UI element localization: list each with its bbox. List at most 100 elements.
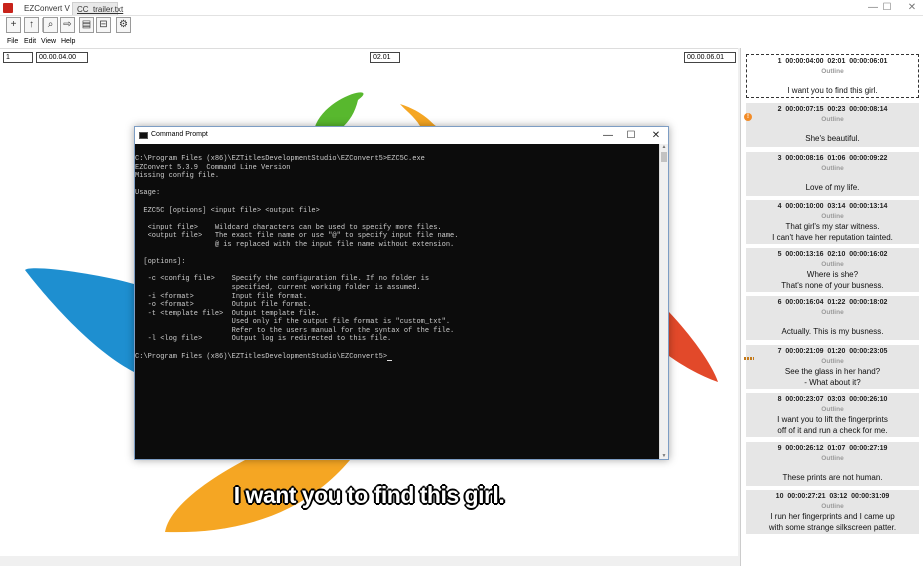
subtitle-text-line: I can't have her reputation tainted. <box>772 233 893 242</box>
subtitle-entry[interactable]: 1 00:00:04:00 02:01 00:00:06:01 Outline I … <box>746 54 919 98</box>
cmd-line: EZConvert 5.3.9 Command Line Version <box>135 163 291 172</box>
subtitle-text: I want you to lift the fingerprints off o… <box>746 414 919 436</box>
grid-icon: ▤ <box>81 19 92 30</box>
subtitle-outline-label: Outline <box>821 358 844 365</box>
cmd-line: [options]: <box>135 258 186 267</box>
subtitle-timing: 9 00:00:26:12 01:07 00:00:27:19 <box>777 445 888 452</box>
subtitle-text: Where is she? That's none of your busness… <box>746 269 919 291</box>
subtitle-entry[interactable]: 8 00:00:23:07 03:03 00:00:26:10 Outline I … <box>746 393 919 437</box>
subtitle-text-line: Actually. This is my busness. <box>781 327 884 336</box>
subtitle-text: See the glass in her hand? - What about i… <box>746 366 919 388</box>
logo-orange-top-petal <box>400 104 436 126</box>
subtitle-entry[interactable]: 3 00:00:08:16 01:06 00:00:09:22 Outline Lo… <box>746 152 919 196</box>
subtitle-entry[interactable]: 7 00:00:21:09 01:20 00:00:23:05 Outline Se… <box>744 345 919 389</box>
subtitle-entry[interactable]: 10 00:00:27:21 03:12 00:00:31:09 Outline I… <box>746 490 919 534</box>
split-button[interactable]: ⊟ <box>96 17 111 33</box>
cmd-line: Refer to the users manual for the syntax… <box>135 326 455 335</box>
split-icon: ⊟ <box>99 19 108 30</box>
subtitle-entry[interactable]: 5 00:00:13:16 02:10 00:00:16:02 Outline Wh… <box>746 248 919 292</box>
cmd-output[interactable]: C:\Program Files (x86)\EZTitlesDevelopme… <box>135 144 659 459</box>
video-bottom-bar <box>0 556 738 566</box>
subtitle-entry[interactable]: 4 00:00:10:00 03:14 00:00:13:14 Outline Th… <box>746 200 919 244</box>
subtitle-text-line: That girl's my star witness. <box>785 222 880 231</box>
cmd-line: -c <config file> Specify the configurati… <box>135 275 430 284</box>
subtitle-text-line: I run her fingerprints and I came up <box>770 512 895 521</box>
end-timecode-field[interactable]: 00.00.06.01 <box>684 52 736 63</box>
subtitle-text-line: I want you to find this girl. <box>787 86 878 95</box>
subtitle-timing: 8 00:00:23:07 03:03 00:00:26:10 <box>777 396 888 403</box>
add-button[interactable]: + <box>6 17 21 33</box>
subtitle-outline-label: Outline <box>821 503 844 510</box>
cmd-title: Command Prompt <box>151 131 208 138</box>
cmd-maximize-icon[interactable]: ☐ <box>621 128 641 143</box>
subtitle-timing: 5 00:00:13:16 02:10 00:00:16:02 <box>777 251 888 258</box>
cmd-line <box>135 181 659 190</box>
cmd-minimize-icon[interactable]: — <box>598 128 618 143</box>
subtitle-text: I run her fingerprints and I came up with… <box>746 511 919 533</box>
cmd-line: -o <format> Output file format. <box>135 301 312 310</box>
duration-field[interactable]: 02.01 <box>370 52 400 63</box>
menu-help[interactable]: Help <box>61 37 75 47</box>
scroll-thumb[interactable] <box>661 152 667 162</box>
file-tab[interactable]: CC_trailer.txt <box>72 2 123 15</box>
menu-edit[interactable]: Edit <box>24 37 36 47</box>
cmd-line: Usage: <box>135 189 161 198</box>
add-icon: + <box>10 19 17 30</box>
subtitle-text-line: I want you to lift the fingerprints <box>777 415 888 424</box>
upload-icon: ↑ <box>29 19 34 30</box>
toolbar: + ↑ ⌕ ⇨ ▤ ⊟ ⚙ <box>0 16 923 36</box>
command-prompt-window[interactable]: Command Prompt — ☐ ✕ C:\Program Files (x… <box>134 126 669 460</box>
grid-button[interactable]: ▤ <box>79 17 94 33</box>
cmd-line <box>135 215 659 224</box>
cmd-line <box>135 267 659 276</box>
subtitle-text-line: See the glass in her hand? <box>784 367 881 376</box>
start-timecode-field[interactable]: 00.00.04.00 <box>36 52 88 63</box>
cmd-line <box>135 198 659 207</box>
close-icon[interactable]: ✕ <box>905 1 919 15</box>
subtitle-text-line: off of it and run a check for me. <box>777 426 888 435</box>
subtitle-text-line: That's none of your busness. <box>781 281 884 290</box>
minimize-icon[interactable]: — <box>866 1 880 15</box>
cmd-line: @ is replaced with the input file name w… <box>135 240 455 249</box>
subtitle-text: She's beautiful. <box>746 133 919 144</box>
gear-icon: ⚙ <box>119 19 128 30</box>
subtitle-number-field[interactable]: 1 <box>3 52 33 63</box>
subtitle-timing: 6 00:00:16:04 01:22 00:00:18:02 <box>777 299 888 306</box>
menu-file[interactable]: File <box>7 37 18 47</box>
subtitle-outline-label: Outline <box>821 165 844 172</box>
cmd-scrollbar[interactable]: ▲ ▼ <box>659 144 668 459</box>
subtitle-entry[interactable]: 6 00:00:16:04 01:22 00:00:18:02 Outline Ac… <box>746 296 919 340</box>
marker-icon <box>744 357 754 360</box>
scroll-up-icon[interactable]: ▲ <box>661 144 667 150</box>
forward-icon: ⇨ <box>63 19 72 30</box>
subtitle-text-line: - What about it? <box>804 378 861 387</box>
cmd-line <box>135 250 659 259</box>
zoom-button[interactable]: ⌕ <box>43 17 58 33</box>
settings-button[interactable]: ⚙ <box>116 17 131 33</box>
upload-button[interactable]: ↑ <box>24 17 39 33</box>
app-tab[interactable]: EZConvert V <box>20 2 74 15</box>
maximize-icon[interactable]: ☐ <box>880 1 894 15</box>
warning-icon: ! <box>744 113 752 121</box>
subtitle-entry[interactable]: 2 00:00:07:15 00:23 00:00:08:14 Outline Sh… <box>744 103 919 147</box>
menu-view[interactable]: View <box>41 37 56 47</box>
subtitle-outline-label: Outline <box>821 261 844 268</box>
subtitle-outline-label: Outline <box>821 406 844 413</box>
scroll-down-icon[interactable]: ▼ <box>661 453 667 459</box>
cmd-line: <input file> Wildcard characters can be … <box>135 223 442 232</box>
subtitle-text: I want you to find this girl. <box>747 85 918 96</box>
subtitle-outline-label: Outline <box>821 309 844 316</box>
app-logo-icon <box>3 3 13 13</box>
subtitle-timing: 7 00:00:21:09 01:20 00:00:23:05 <box>777 348 888 355</box>
forward-button[interactable]: ⇨ <box>60 17 75 33</box>
subtitle-timing: 4 00:00:10:00 03:14 00:00:13:14 <box>777 203 888 210</box>
subtitle-entry[interactable]: 9 00:00:26:12 01:07 00:00:27:19 Outline Th… <box>746 442 919 486</box>
subtitle-timing: 3 00:00:08:16 01:06 00:00:09:22 <box>777 155 888 162</box>
subtitle-outline-label: Outline <box>821 213 844 220</box>
cmd-line: specified, current working folder is ass… <box>135 283 421 292</box>
subtitle-text: These prints are not human. <box>746 472 919 483</box>
menu-bar: File Edit View Help <box>0 36 923 48</box>
subtitle-text: Love of my life. <box>746 182 919 193</box>
cmd-close-icon[interactable]: ✕ <box>646 128 666 143</box>
subtitle-list: 1 00:00:04:00 02:01 00:00:06:01 Outline I … <box>740 48 923 566</box>
